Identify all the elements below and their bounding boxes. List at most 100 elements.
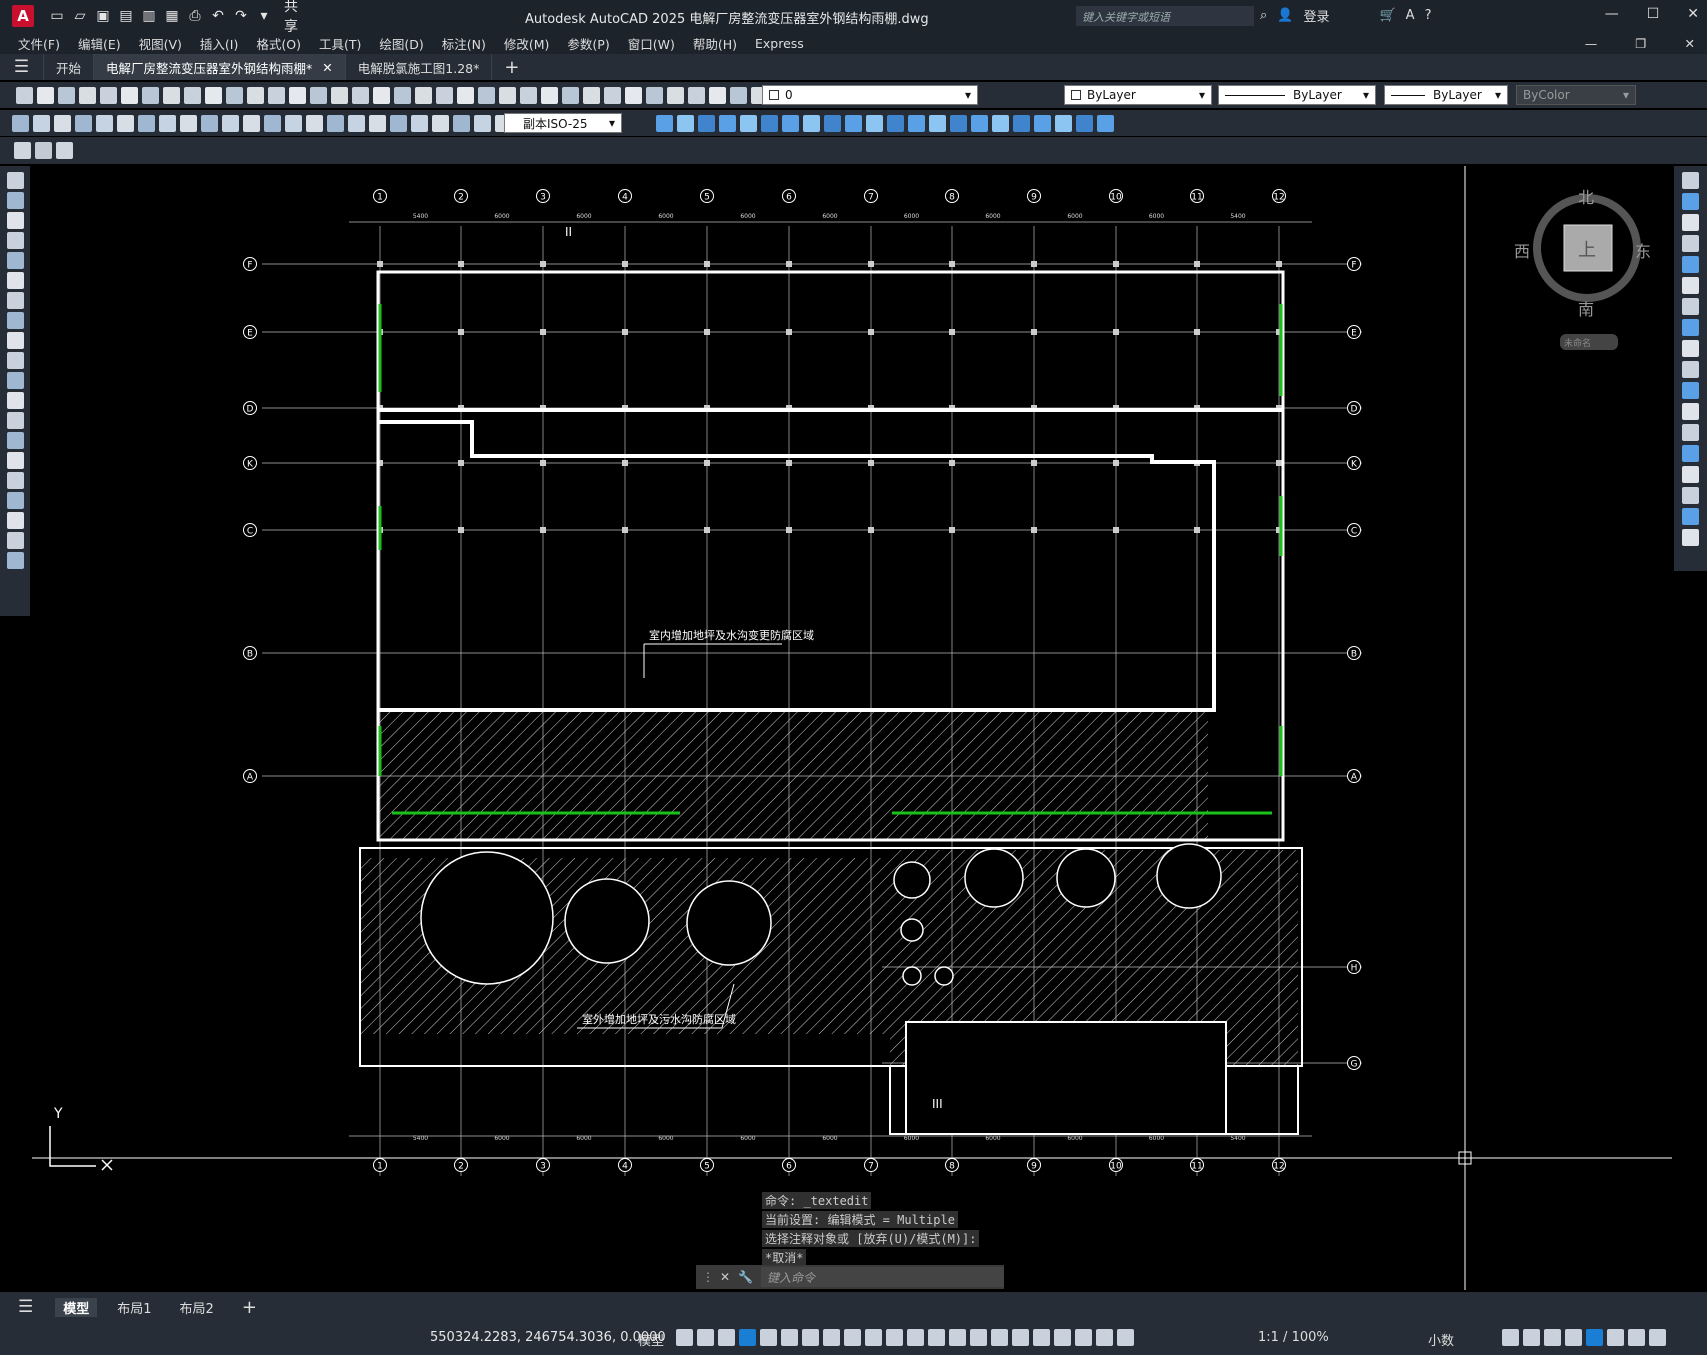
autocad-logo[interactable]: A	[12, 5, 34, 27]
modify-tool-icon[interactable]	[1682, 361, 1699, 378]
tool-icon[interactable]	[264, 114, 281, 132]
tool-icon[interactable]	[394, 86, 411, 104]
autodesk-a-icon[interactable]: A	[1406, 8, 1415, 23]
status-toggle-icon[interactable]	[1117, 1329, 1134, 1346]
layer-dropdown[interactable]: 0 ▾	[762, 85, 978, 105]
tab-start[interactable]: 开始	[44, 54, 95, 80]
undo-icon[interactable]: ↶	[209, 7, 227, 25]
status-toggle-icon[interactable]	[1054, 1329, 1071, 1346]
tool-icon[interactable]	[159, 114, 176, 132]
cart-icon[interactable]: 🛒	[1379, 8, 1395, 23]
status-toggle-icon[interactable]	[1096, 1329, 1113, 1346]
status-toggle-icon[interactable]	[1075, 1329, 1092, 1346]
draw-tool-icon[interactable]	[6, 351, 24, 369]
menu-tools[interactable]: 工具(T)	[319, 34, 361, 53]
plot-icon[interactable]: ⎙	[186, 7, 204, 25]
status-toggle-icon[interactable]	[1012, 1329, 1029, 1346]
tool-icon[interactable]	[887, 114, 904, 132]
command-input[interactable]: 键入命令	[761, 1267, 1004, 1287]
viewcube-top-face[interactable]: 上	[1578, 236, 1596, 262]
tool-icon[interactable]	[646, 86, 663, 104]
tool-icon[interactable]	[499, 86, 516, 104]
status-toggle-icon[interactable]	[1565, 1329, 1582, 1346]
tool-icon[interactable]	[583, 86, 600, 104]
modify-tool-icon[interactable]	[1682, 172, 1699, 189]
draw-tool-icon[interactable]	[6, 531, 24, 549]
tool-icon[interactable]	[709, 86, 726, 104]
status-toggle-icon[interactable]	[676, 1329, 693, 1346]
tool-icon[interactable]	[56, 142, 73, 159]
tool-icon[interactable]	[222, 114, 239, 132]
status-toggle-icon[interactable]	[1628, 1329, 1645, 1346]
draw-tool-icon[interactable]	[6, 431, 24, 449]
modify-tool-icon[interactable]	[1682, 466, 1699, 483]
tool-icon[interactable]	[226, 86, 243, 104]
viewcube-west[interactable]: 西	[1514, 238, 1530, 262]
status-toggle-icon[interactable]	[970, 1329, 987, 1346]
tool-icon[interactable]	[541, 86, 558, 104]
modify-tool-icon[interactable]	[1682, 382, 1699, 399]
tool-icon[interactable]	[1076, 114, 1093, 132]
draw-tool-icon[interactable]	[6, 271, 24, 289]
tool-icon[interactable]	[100, 86, 117, 104]
tool-icon[interactable]	[138, 114, 155, 132]
open-icon[interactable]: ▱	[71, 7, 89, 25]
tool-icon[interactable]	[58, 86, 75, 104]
modify-tool-icon[interactable]	[1682, 235, 1699, 252]
menu-express[interactable]: Express	[755, 36, 804, 51]
tool-icon[interactable]	[625, 86, 642, 104]
status-toggle-icon[interactable]	[823, 1329, 840, 1346]
status-toggle-icon[interactable]	[928, 1329, 945, 1346]
menu-hamburger-icon[interactable]: ☰	[0, 54, 44, 80]
draw-tool-icon[interactable]	[6, 511, 24, 529]
menu-draw[interactable]: 绘图(D)	[379, 34, 423, 53]
modify-tool-icon[interactable]	[1682, 319, 1699, 336]
draw-tool-icon[interactable]	[6, 551, 24, 569]
modify-tool-icon[interactable]	[1682, 340, 1699, 357]
menu-view[interactable]: 视图(V)	[139, 34, 182, 53]
draw-tool-icon[interactable]	[6, 331, 24, 349]
draw-tool-icon[interactable]	[6, 191, 24, 209]
tool-icon[interactable]	[310, 86, 327, 104]
tool-icon[interactable]	[54, 114, 71, 132]
share-button[interactable]: 共享	[284, 0, 302, 35]
tool-icon[interactable]	[992, 114, 1009, 132]
tool-icon[interactable]	[14, 142, 31, 159]
web-open-icon[interactable]: ▥	[140, 7, 158, 25]
tool-icon[interactable]	[436, 86, 453, 104]
tab-close-icon[interactable]: ✕	[322, 60, 332, 75]
tool-icon[interactable]	[12, 114, 29, 132]
tool-icon[interactable]	[37, 86, 54, 104]
add-layout-icon[interactable]: +	[234, 1297, 265, 1318]
tool-icon[interactable]	[740, 114, 757, 132]
modify-tool-icon[interactable]	[1682, 403, 1699, 420]
tool-icon[interactable]	[201, 114, 218, 132]
tool-icon[interactable]	[331, 86, 348, 104]
tool-icon[interactable]	[369, 114, 386, 132]
redo-icon[interactable]: ↷	[232, 7, 250, 25]
status-toggle-icon[interactable]	[1649, 1329, 1666, 1346]
status-toggle-icon[interactable]	[760, 1329, 777, 1346]
menu-modify[interactable]: 修改(M)	[504, 34, 550, 53]
tool-icon[interactable]	[268, 86, 285, 104]
tool-icon[interactable]	[929, 114, 946, 132]
wcs-menu[interactable]: 未命名	[1560, 334, 1618, 350]
draw-tool-icon[interactable]	[6, 491, 24, 509]
status-toggle-icon[interactable]	[844, 1329, 861, 1346]
tool-icon[interactable]	[604, 86, 621, 104]
tool-icon[interactable]	[327, 114, 344, 132]
menu-format[interactable]: 格式(O)	[256, 34, 301, 53]
linetype-dropdown[interactable]: ByLayer ▾	[1218, 85, 1376, 105]
draw-tool-icon[interactable]	[6, 251, 24, 269]
status-toggle-icon[interactable]	[781, 1329, 798, 1346]
viewcube-north[interactable]: 北	[1578, 184, 1594, 208]
doc-minimize-icon[interactable]: —	[1585, 36, 1598, 51]
tool-icon[interactable]	[390, 114, 407, 132]
draw-tool-icon[interactable]	[6, 311, 24, 329]
tool-icon[interactable]	[247, 86, 264, 104]
search-input[interactable]: 键入关键字或短语	[1076, 6, 1254, 26]
tool-icon[interactable]	[16, 86, 33, 104]
doc-restore-icon[interactable]: ❐	[1635, 36, 1646, 51]
close-command-icon[interactable]: ✕	[720, 1270, 730, 1284]
tool-icon[interactable]	[1013, 114, 1030, 132]
